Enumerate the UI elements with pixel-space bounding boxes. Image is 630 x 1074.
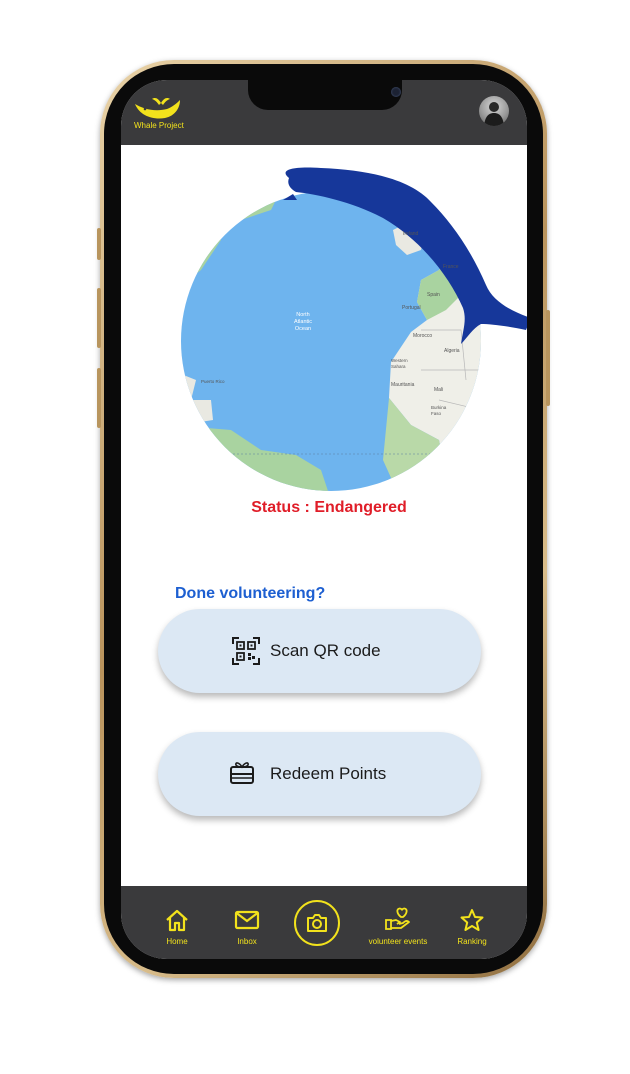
side-button-volume-down: [97, 368, 101, 428]
bottom-nav: Home Inbox volunteer events Ranking: [121, 886, 527, 959]
nav-home[interactable]: Home: [157, 908, 197, 946]
map-label-ireland: Ireland: [403, 231, 419, 237]
map-label-mali: Mali: [434, 387, 443, 393]
nav-inbox-label: Inbox: [237, 937, 257, 946]
redeem-points-button[interactable]: Redeem Points: [158, 732, 481, 816]
star-icon: [459, 909, 485, 936]
map-label-algeria: Algeria: [444, 348, 460, 354]
map-label-morocco: Morocco: [413, 333, 432, 339]
map-label-ocean-2: Atlantic: [294, 319, 312, 325]
camera-button[interactable]: [294, 900, 340, 946]
status-text: Status : Endangered: [251, 499, 407, 516]
map-label-mauritania: Mauritania: [391, 382, 415, 388]
map-label-western-sahara-1: Western: [391, 358, 408, 363]
volunteer-question: Done volunteering?: [175, 585, 326, 602]
nav-ranking[interactable]: Ranking: [452, 908, 492, 946]
camera-icon: [305, 912, 329, 939]
map-label-puerto-rico: Puerto Rico: [201, 379, 225, 384]
side-button-volume-up: [97, 288, 101, 348]
map-label-burkina-faso-1: Burkina: [431, 405, 447, 410]
nav-volunteer-events-label: volunteer events: [368, 937, 428, 946]
nav-home-label: Home: [166, 937, 188, 946]
gift-card-icon: [229, 761, 255, 790]
nav-volunteer-events[interactable]: volunteer events: [362, 906, 434, 946]
map-label-spain: Spain: [427, 292, 440, 298]
redeem-points-label: Redeem Points: [270, 764, 387, 783]
helping-hand-heart-icon: [384, 907, 412, 936]
scan-qr-label: Scan QR code: [270, 641, 381, 660]
map-label-western-sahara-2: Sahara: [391, 364, 406, 369]
scan-qr-button[interactable]: Scan QR code: [158, 609, 481, 693]
nav-inbox[interactable]: Inbox: [227, 908, 267, 946]
map-label-portugal: Portugal: [402, 305, 421, 311]
map-label-france: France: [443, 264, 459, 270]
home-icon: [164, 909, 190, 936]
whale-range-map[interactable]: North Atlantic Ocean Ireland France Spai…: [121, 80, 527, 505]
map-label-ocean-3: Ocean: [295, 326, 311, 332]
nav-ranking-label: Ranking: [457, 937, 487, 946]
map-label-burkina-faso-2: Faso: [431, 411, 442, 416]
map-label-ocean-1: North: [296, 312, 309, 318]
qr-code-icon: [232, 637, 260, 670]
envelope-icon: [234, 910, 260, 936]
side-button-mute: [97, 228, 101, 260]
phone-screen: Whale Project North Atlantic Ocean Irela…: [121, 80, 527, 959]
side-button-power: [546, 310, 550, 406]
